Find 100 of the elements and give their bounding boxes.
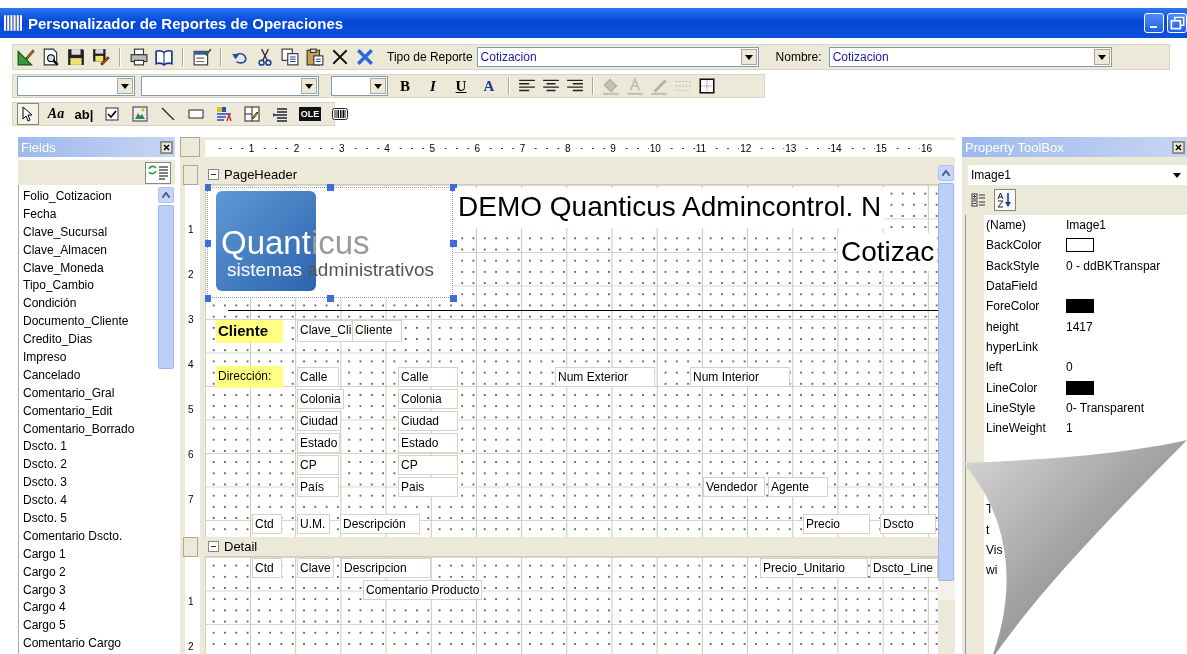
field-item[interactable]: Impreso (23, 349, 158, 367)
floppy-pencil-icon[interactable] (92, 48, 110, 66)
field-item[interactable]: Clave_Almacen (23, 241, 158, 260)
close-icon[interactable] (160, 140, 173, 154)
field-label[interactable]: Colonia (398, 389, 458, 409)
field-label[interactable]: Descripcion (341, 558, 431, 578)
field-label[interactable]: Vendedor (703, 477, 765, 497)
field-label[interactable]: Ctd (252, 558, 282, 578)
band-handle[interactable] (183, 165, 198, 185)
field-label[interactable]: Estado (297, 433, 341, 453)
color-swatch[interactable] (1066, 238, 1094, 253)
band-handle[interactable] (183, 537, 198, 557)
field-label[interactable]: Clave_Cli (297, 320, 355, 342)
resize-handle[interactable] (205, 239, 211, 247)
field-label[interactable]: Num Interior (690, 367, 790, 387)
field-item[interactable]: Clave_Moneda (23, 259, 158, 278)
field-item[interactable]: Clave_Sucursal (23, 223, 158, 242)
field-label[interactable]: Cliente (352, 320, 402, 342)
scissors-icon[interactable] (256, 48, 274, 66)
field-label[interactable]: Precio (803, 514, 870, 534)
big-cross-icon[interactable] (356, 48, 374, 66)
resize-handle[interactable] (450, 295, 457, 302)
field-label[interactable]: Ciudad (398, 411, 458, 431)
scrollbar[interactable] (938, 165, 955, 600)
dropdown-arrow-icon[interactable] (744, 54, 753, 60)
minimize-button[interactable] (1144, 13, 1164, 33)
field-item[interactable]: Credito_Dias (23, 331, 158, 349)
property-value[interactable]: 0 (1061, 360, 1073, 375)
field-label[interactable]: Descripción (340, 514, 420, 534)
field-label[interactable]: Calle (398, 367, 458, 387)
field-label[interactable]: Dscto_Line (870, 558, 938, 578)
field-item[interactable]: Comentario_Edit (23, 402, 158, 421)
close-icon[interactable] (1172, 140, 1185, 154)
window-check-icon[interactable] (193, 48, 211, 66)
resize-handle[interactable] (205, 295, 211, 302)
toolbox-button[interactable] (241, 103, 263, 125)
toolbox-button[interactable] (17, 103, 39, 125)
collapse-icon[interactable] (208, 169, 219, 180)
toolbox-button[interactable]: Aa (45, 103, 67, 125)
report-title[interactable]: DEMO Quanticus Admincontrol. N (455, 188, 885, 228)
resize-handle[interactable] (327, 184, 334, 191)
object-dropdown[interactable]: Image1 (968, 165, 1187, 185)
color-swatch[interactable] (1066, 380, 1094, 395)
dropdown-arrow-icon[interactable] (305, 83, 313, 89)
property-value[interactable]: 1 (1061, 421, 1073, 436)
field-label[interactable]: Pais (398, 477, 458, 497)
font-color-button[interactable]: A (478, 77, 500, 95)
ruler-pencil-icon[interactable] (17, 48, 35, 66)
cross-icon[interactable] (331, 48, 349, 66)
property-value[interactable]: 1417 (1061, 319, 1093, 334)
dropdown-arrow-icon[interactable] (374, 83, 382, 89)
field-item[interactable]: Comentario_Borrado (23, 420, 158, 439)
field-label[interactable]: U.M. (297, 514, 330, 534)
field-item[interactable]: Cancelado (23, 366, 158, 385)
caption-label[interactable]: Cliente (216, 320, 283, 343)
field-label[interactable]: País (297, 477, 339, 497)
property-value[interactable]: 0- Transparent (1061, 400, 1145, 415)
scroll-up-icon[interactable] (942, 170, 950, 176)
toolbox-button[interactable]: OLE (299, 107, 321, 121)
field-item[interactable]: Dscto. 4 (23, 492, 158, 511)
field-item[interactable]: Dscto. 1 (23, 438, 158, 457)
field-item[interactable]: Comentario Cargo (23, 635, 158, 654)
page-magnifier-icon[interactable] (42, 48, 60, 66)
field-item[interactable]: Dscto. 2 (23, 456, 158, 475)
bold-button[interactable]: B (394, 77, 416, 95)
field-label[interactable]: Colonia (297, 389, 344, 409)
alphabetic-view-button[interactable] (994, 189, 1016, 211)
toolbox-button[interactable]: ab| (73, 103, 95, 125)
caption-label[interactable]: Dirección: (216, 366, 283, 388)
field-label[interactable]: Estado (398, 433, 458, 453)
report-type-dropdown[interactable]: Cotizacion (476, 47, 759, 67)
field-item[interactable]: Tipo_Cambio (23, 277, 158, 296)
dropdown-arrow-icon[interactable] (121, 83, 129, 89)
report-title[interactable]: Cotizac (838, 233, 938, 271)
field-label[interactable]: Comentario Producto (363, 580, 483, 600)
collapse-icon[interactable] (208, 541, 219, 552)
dropdown-arrow-icon[interactable] (1097, 54, 1106, 60)
refresh-list-icon[interactable] (145, 161, 171, 184)
field-label[interactable]: Calle (297, 367, 339, 387)
field-item[interactable]: Cargo 2 (23, 563, 158, 582)
dropdown-arrow-icon[interactable] (1173, 172, 1181, 178)
field-item[interactable]: Cargo 3 (23, 581, 158, 600)
field-item[interactable]: Folio_Cotizacion (23, 188, 158, 206)
field-item[interactable]: Fecha (23, 205, 158, 224)
field-label[interactable]: Num Exterior (555, 367, 655, 387)
field-item[interactable]: Cargo 4 (23, 599, 158, 618)
field-label[interactable]: Ctd (252, 514, 282, 534)
field-item[interactable]: Documento_Cliente (23, 313, 158, 332)
window-menu-icon[interactable] (4, 14, 22, 32)
scroll-up-icon[interactable] (162, 192, 170, 198)
field-item[interactable]: Condición (23, 295, 158, 314)
italic-button[interactable]: I (422, 77, 444, 95)
report-name-dropdown[interactable]: Cotizacion (828, 47, 1112, 67)
property-value[interactable]: 0 - ddBKTranspar (1061, 258, 1161, 273)
property-value[interactable]: Image1 (1061, 218, 1107, 233)
field-label[interactable]: CP (398, 455, 458, 475)
field-item[interactable]: Cargo 1 (23, 545, 158, 564)
restore-button[interactable] (1167, 13, 1187, 33)
field-item[interactable]: Comentario_Gral (23, 384, 158, 403)
clipboard-icon[interactable] (306, 48, 324, 66)
